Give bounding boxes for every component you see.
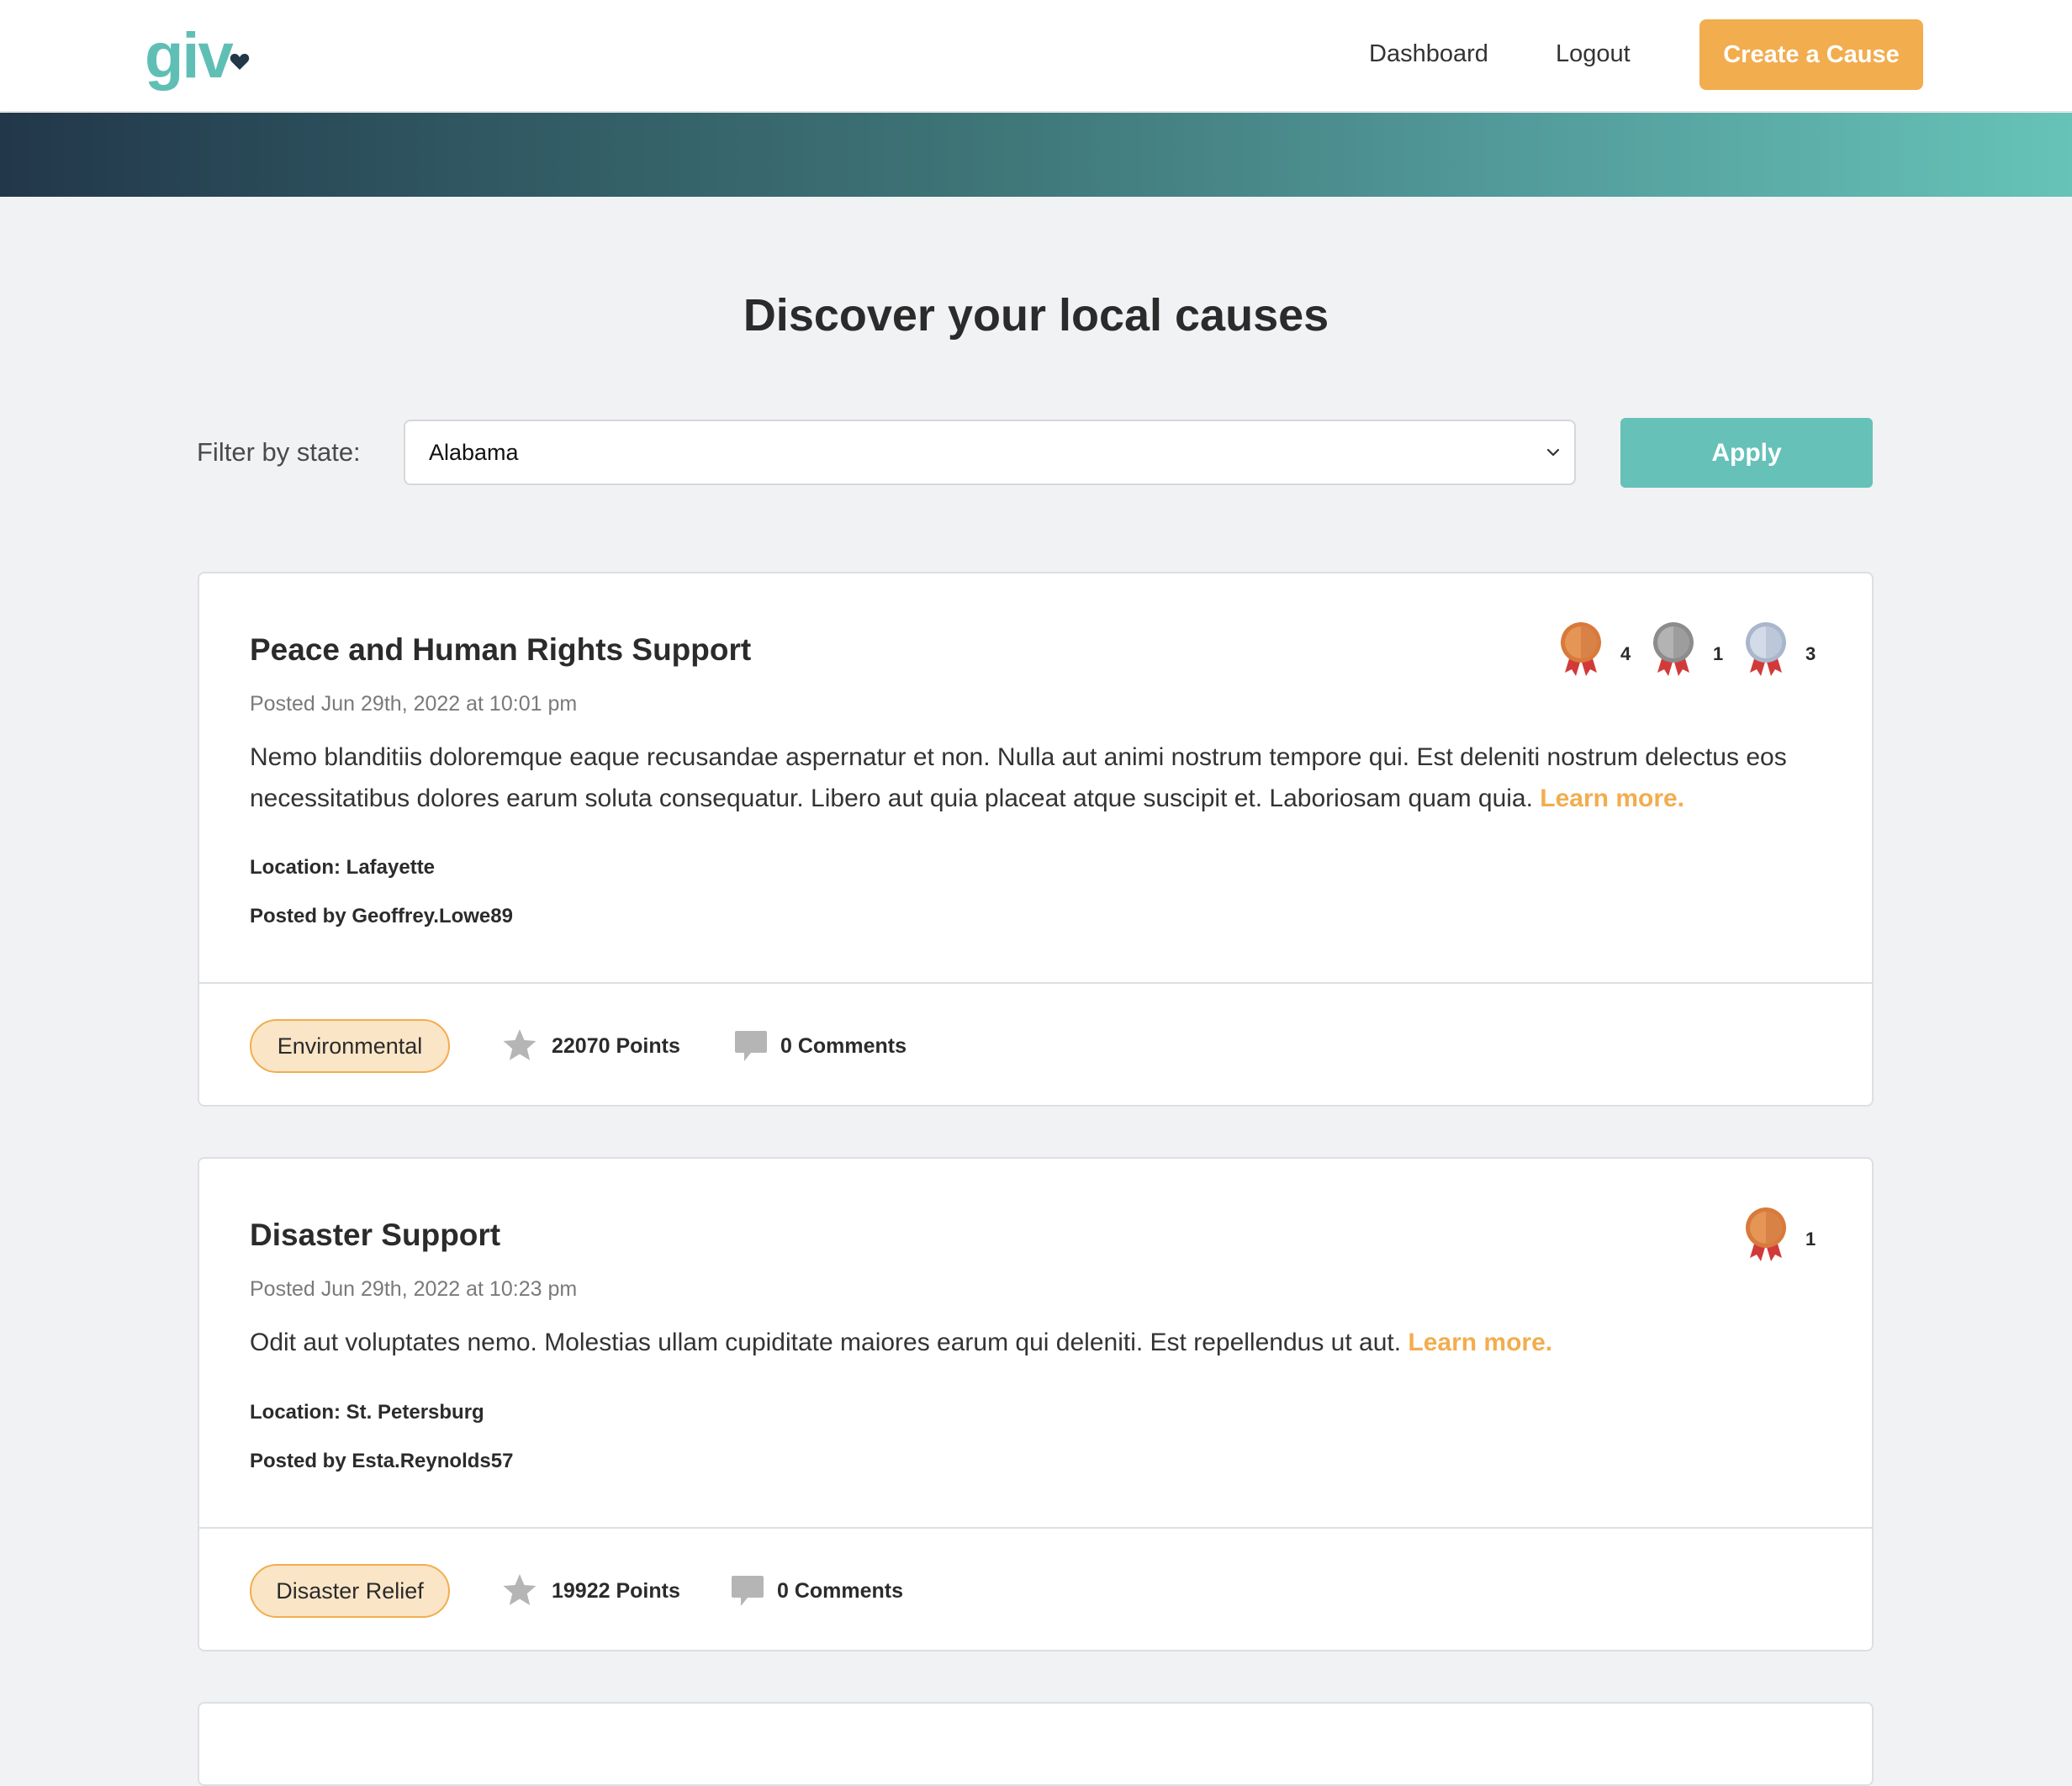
bronze-award-icon — [1746, 1207, 1786, 1261]
comments-count[interactable]: 0 Comments — [777, 1577, 903, 1605]
chevron-down-icon — [1546, 448, 1560, 457]
cause-author: Posted by Esta.Reynolds57 — [250, 1450, 514, 1472]
cause-card: Disaster Support 1 Posted Jun 29th, 2022… — [198, 1157, 1874, 1651]
comment-icon[interactable] — [731, 1574, 764, 1608]
state-select[interactable]: Alabama — [404, 420, 1576, 485]
award-count: 4 — [1620, 643, 1631, 664]
comments-count[interactable]: 0 Comments — [780, 1032, 906, 1060]
cause-description: Odit aut voluptates nemo. Molestias ulla… — [250, 1322, 1831, 1363]
cause-card: Peace and Human Rights Support 4 1 3 Pos… — [198, 572, 1874, 1107]
page-title: Discover your local causes — [743, 290, 1329, 341]
points-count: 22070 Points — [552, 1034, 680, 1058]
state-select-value: Alabama — [429, 440, 519, 465]
points-count: 19922 Points — [552, 1579, 680, 1603]
bronze-award-icon — [1561, 622, 1601, 676]
star-icon[interactable] — [502, 1028, 537, 1062]
cause-author: Posted by Geoffrey.Lowe89 — [250, 905, 513, 927]
cause-description: Nemo blanditiis doloremque eaque recusan… — [250, 737, 1831, 819]
award-count: 3 — [1805, 643, 1816, 664]
learn-more-link[interactable]: Learn more. — [1540, 785, 1684, 812]
heart-icon — [230, 53, 250, 70]
cause-location: Location: St. Petersburg — [250, 1401, 484, 1424]
comment-icon[interactable] — [734, 1029, 768, 1063]
category-tag[interactable]: Environmental — [250, 1019, 450, 1073]
cause-title[interactable]: Peace and Human Rights Support — [250, 631, 751, 669]
star-icon[interactable] — [502, 1573, 537, 1607]
silver-award-icon — [1653, 622, 1694, 676]
nav-dashboard-link[interactable]: Dashboard — [1369, 37, 1488, 71]
award-count: 1 — [1713, 643, 1724, 664]
cause-title[interactable]: Disaster Support — [250, 1216, 500, 1255]
cause-posted-date: Posted Jun 29th, 2022 at 10:01 pm — [250, 692, 578, 716]
cause-location: Location: Lafayette — [250, 856, 436, 879]
create-cause-button[interactable]: Create a Cause — [1699, 19, 1923, 90]
giv-logo[interactable]: giv — [145, 18, 234, 94]
card-divider — [199, 982, 1872, 984]
platinum-award-icon — [1746, 622, 1786, 676]
award-count: 1 — [1805, 1229, 1816, 1250]
apply-filter-button[interactable]: Apply — [1620, 418, 1873, 488]
card-divider — [199, 1527, 1872, 1529]
cause-posted-date: Posted Jun 29th, 2022 at 10:23 pm — [250, 1277, 578, 1301]
learn-more-link[interactable]: Learn more. — [1408, 1329, 1552, 1356]
nav-logout-link[interactable]: Logout — [1556, 37, 1631, 71]
filter-state-label: Filter by state: — [197, 437, 361, 467]
cause-description-text: Odit aut voluptates nemo. Molestias ulla… — [250, 1329, 1402, 1356]
category-tag[interactable]: Disaster Relief — [250, 1564, 450, 1618]
top-navbar: giv Dashboard Logout Create a Cause — [0, 0, 2072, 112]
cause-card — [198, 1702, 1874, 1786]
hero-gradient-banner — [0, 113, 2072, 197]
